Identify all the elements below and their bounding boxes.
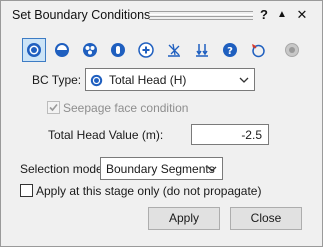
close-button[interactable]: Close: [230, 207, 302, 230]
disabled-radio-icon: [285, 43, 299, 57]
collapse-button[interactable]: ▲: [275, 7, 289, 23]
selection-mode-value: Boundary Segments: [106, 162, 215, 176]
flow-tool[interactable]: [78, 38, 102, 62]
reset-tool[interactable]: [246, 38, 270, 62]
stage-only-checkbox[interactable]: [20, 184, 33, 197]
add-tool[interactable]: [134, 38, 158, 62]
drain-tool[interactable]: [190, 38, 214, 62]
apply-button[interactable]: Apply: [148, 207, 220, 230]
total-head-label: Total Head Value (m):: [48, 128, 164, 142]
checkmark-icon: [49, 103, 58, 112]
pressure-head-icon: [55, 43, 69, 57]
reset-icon: [252, 44, 265, 58]
drain-icon: [196, 44, 208, 57]
selection-mode-label: Selection mode:: [20, 162, 107, 176]
drag-grip[interactable]: [149, 11, 253, 20]
bc-type-value: Total Head (H): [109, 73, 187, 87]
seepage-face-checkbox[interactable]: [47, 101, 60, 114]
title-bar[interactable]: Set Boundary Conditions ? ▲ ✕: [1, 1, 322, 29]
help-button[interactable]: ?: [257, 7, 271, 23]
flow-icon: [83, 43, 97, 57]
help-icon: ?: [223, 43, 237, 57]
set-boundary-conditions-dialog: Set Boundary Conditions ? ▲ ✕ ? BC Type:…: [0, 0, 323, 247]
pressure-head-tool[interactable]: [50, 38, 74, 62]
seepage-face-label: Seepage face condition: [63, 101, 189, 115]
chevron-down-icon: [239, 77, 249, 83]
infiltration-tool[interactable]: [162, 38, 186, 62]
total-head-icon: [27, 43, 41, 57]
help-tool[interactable]: ?: [218, 38, 242, 62]
svg-text:?: ?: [227, 46, 233, 57]
bc-toolbar: ?: [22, 38, 312, 63]
total-head-icon: [90, 74, 103, 87]
total-head-input[interactable]: -2.5: [191, 124, 269, 145]
disabled-radio-tool[interactable]: [280, 38, 304, 62]
dialog-title: Set Boundary Conditions: [12, 8, 151, 22]
add-icon: [138, 42, 154, 58]
bc-type-select[interactable]: Total Head (H): [85, 68, 255, 91]
selection-mode-select[interactable]: Boundary Segments: [100, 157, 223, 180]
unknown-q0-tool[interactable]: [106, 38, 130, 62]
infiltration-icon: [168, 43, 180, 57]
total-head-tool[interactable]: [22, 38, 46, 62]
close-window-button[interactable]: ✕: [295, 7, 309, 23]
stage-only-label: Apply at this stage only (do not propaga…: [36, 184, 262, 198]
unknown-q0-icon: [111, 43, 125, 57]
chevron-down-icon: [207, 166, 217, 172]
bc-type-label: BC Type:: [32, 73, 82, 87]
